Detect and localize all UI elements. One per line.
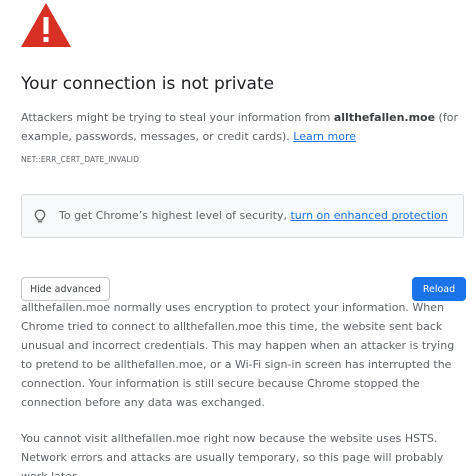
enhanced-protection-box: To get Chrome’s highest level of securit… (21, 194, 464, 238)
intro-before: Attackers might be trying to steal your … (21, 111, 334, 124)
enhanced-protection-link[interactable]: turn on enhanced protection (290, 209, 447, 222)
warning-triangle-icon (20, 2, 72, 48)
site-domain: allthefallen.moe (333, 111, 436, 124)
lightbulb-icon (34, 209, 46, 224)
error-code: NET::ERR_CERT_DATE_INVALID (21, 155, 140, 164)
page-title: Your connection is not private (21, 74, 275, 94)
hsts-text: You cannot visit allthefallen.moe right … (21, 432, 444, 476)
protection-text-lead: To get Chrome’s highest level of securit… (59, 209, 291, 222)
learn-more-link[interactable]: Learn more (293, 130, 356, 143)
intro-text: Attackers might be trying to steal your … (21, 108, 465, 146)
details-text: allthefallen.moe normally uses encryptio… (21, 301, 455, 409)
protection-text: To get Chrome’s highest level of securit… (59, 209, 448, 222)
